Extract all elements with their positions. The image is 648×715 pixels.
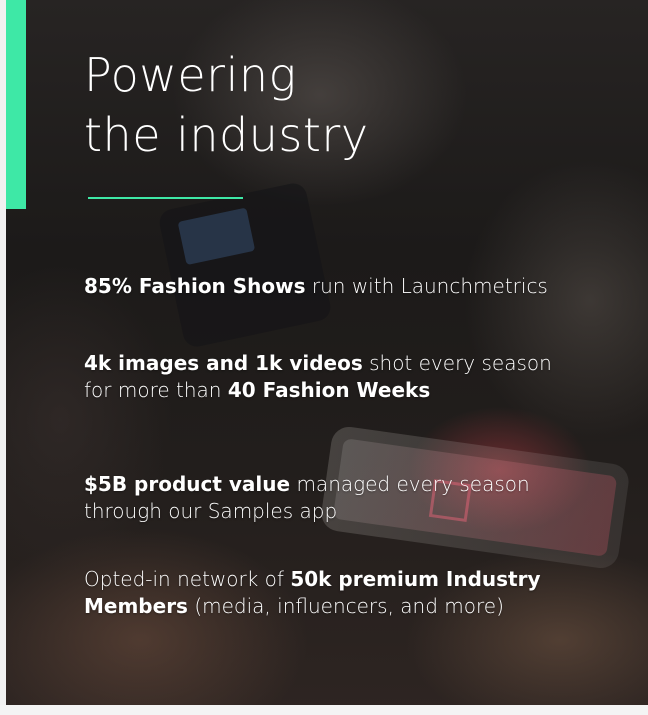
stat-text: run with Launchmetrics [305,274,548,298]
slide: Powering the industry 85% Fashion Shows … [0,0,648,715]
stat-line: Opted-in network of 50k premium Industry [84,566,584,593]
title-underline [88,197,243,199]
stat-line: for more than 40 Fashion Weeks [84,377,584,404]
slide-title: Powering the industry [84,45,369,165]
stat-line: 4k images and 1k videos shot every seaso… [84,350,584,377]
stat-highlight: Members [84,594,188,618]
stat-line: $5B product value managed every season [84,471,584,498]
stat-line: through our Samples app [84,498,584,525]
title-line-2: the industry [84,108,369,162]
stat-product-value: $5B product value managed every season t… [84,471,584,525]
stat-text: shot every season [362,351,552,375]
stat-images-videos: 4k images and 1k videos shot every seaso… [84,350,584,404]
stat-highlight: 40 Fashion Weeks [227,378,431,402]
stat-network: Opted-in network of 50k premium Industry… [84,566,584,620]
card-reader-screen [177,207,256,266]
bottom-edge [0,705,648,715]
stat-text: managed every season [290,472,530,496]
stat-text: for more than [84,378,228,402]
stat-line: 85% Fashion Shows run with Launchmetrics [84,273,584,300]
stat-highlight: 50k premium Industry [290,567,541,591]
stat-text: (media, influencers, and more) [187,594,504,618]
stat-text: Opted-in network of [84,567,291,591]
stat-highlight: $5B product value [84,472,291,496]
stat-highlight: 85% Fashion Shows [84,274,306,298]
stat-fashion-shows: 85% Fashion Shows run with Launchmetrics [84,273,584,300]
stat-line: Members (media, influencers, and more) [84,593,584,620]
title-line-1: Powering [84,48,297,102]
background-photo-card-reader [157,180,333,350]
accent-bar [6,0,26,209]
stat-highlight: 4k images and 1k videos [84,351,363,375]
stat-text: through our Samples app [84,499,338,523]
